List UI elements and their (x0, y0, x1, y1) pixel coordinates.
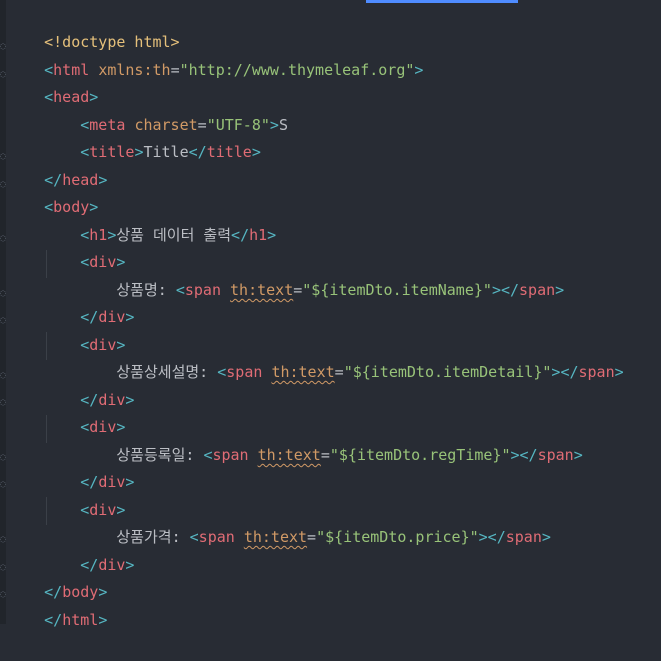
fold-icon[interactable]: ◌ (0, 534, 6, 546)
tag-name: span (212, 446, 249, 464)
tag-bracket: </ (500, 281, 520, 299)
tag-bracket: > (125, 308, 135, 326)
code-line-div-close[interactable]: </div> (8, 442, 134, 491)
tag-bracket: </ (188, 143, 207, 161)
fold-icon[interactable]: ◌ (0, 179, 6, 191)
active-tab-indicator (366, 0, 518, 3)
tag-bracket: < (217, 363, 227, 381)
tag-bracket: > (267, 226, 277, 244)
tag-bracket: > (541, 528, 551, 546)
fold-icon[interactable]: ◌ (0, 370, 6, 382)
code-editor[interactable]: ◌ ◌ ◌ ◌ ◌ ◌ ◌ ◌ ◌ ◌ ◌ ◌ ◌ ◌ <!doctype ht… (0, 0, 661, 629)
code-line-h1[interactable]: <h1>상품 데이터 출력</h1> (8, 195, 276, 244)
tag-bracket: > (251, 143, 261, 161)
attribute-value: "${itemDto.itemDetail}" (343, 363, 552, 381)
fold-icon[interactable]: ◌ (0, 41, 6, 53)
tag-bracket: > (269, 116, 279, 134)
code-line-div-open[interactable]: <div> (8, 470, 125, 519)
attribute-name: th:text (230, 281, 294, 299)
attribute-value: "${itemDto.regTime}" (329, 446, 511, 464)
code-line-item-detail[interactable]: 상품상세설명: <span th:text="${itemDto.itemDet… (8, 332, 623, 381)
code-line-div-close[interactable]: </div> (8, 360, 134, 409)
code-line-div-open[interactable]: <div> (8, 222, 125, 271)
editor-gutter (0, 0, 6, 624)
tag-bracket: < (175, 281, 185, 299)
tag-bracket: > (414, 61, 424, 79)
tag-name: span (537, 446, 574, 464)
tag-name: span (184, 281, 221, 299)
tag-bracket: > (491, 281, 501, 299)
equals-sign: = (293, 281, 303, 299)
tag-name: title (206, 143, 252, 161)
tag-bracket: </ (560, 363, 579, 381)
equals-sign: = (320, 446, 330, 464)
tag-name: span (519, 281, 556, 299)
tag-bracket: > (125, 473, 135, 491)
tag-bracket: </ (231, 226, 250, 244)
tag-bracket: > (98, 171, 108, 189)
tag-bracket: > (510, 446, 520, 464)
tag-bracket: </ (44, 611, 63, 629)
tag-bracket: > (555, 281, 565, 299)
attribute-value: "${itemDto.price}" (316, 528, 479, 546)
attribute-value: "${itemDto.itemName}" (302, 281, 492, 299)
fold-icon[interactable]: ◌ (0, 69, 6, 81)
tag-bracket: > (614, 363, 624, 381)
equals-sign: = (334, 363, 344, 381)
code-line-price[interactable]: 상품가격: <span th:text="${itemDto.price}"><… (8, 497, 551, 546)
attribute-name: xmlns:th (98, 61, 171, 79)
tag-name: html (62, 611, 99, 629)
text-content: S (278, 116, 288, 134)
fold-icon[interactable]: ◌ (0, 315, 6, 327)
code-line-div-close[interactable]: </div> (8, 277, 134, 326)
tag-bracket: </ (487, 528, 506, 546)
fold-icon[interactable]: ◌ (0, 288, 6, 300)
code-line-body-close[interactable]: </body> (8, 552, 107, 601)
code-line-html-close[interactable]: </html> (8, 580, 107, 629)
tag-bracket: > (98, 611, 108, 629)
fold-icon[interactable]: ◌ (0, 479, 6, 491)
tag-bracket: > (125, 556, 135, 574)
tag-bracket: > (125, 391, 135, 409)
fold-icon[interactable]: ◌ (0, 233, 6, 245)
tag-bracket: </ (519, 446, 538, 464)
text-content: 상품 데이터 출력 (116, 226, 232, 244)
code-line-title[interactable]: <title>Title</title> (8, 112, 261, 161)
attribute-name: th:text (257, 446, 321, 464)
attribute-name: th:text (243, 528, 308, 546)
code-line-div-open[interactable]: <div> (8, 387, 125, 436)
tag-name: span (505, 528, 542, 546)
tag-bracket: > (478, 528, 488, 546)
tag-name: span (226, 363, 263, 381)
fold-icon[interactable]: ◌ (0, 151, 6, 163)
code-line-body-open[interactable]: <body> (8, 167, 98, 216)
code-line-div-close[interactable]: </div> (8, 525, 134, 574)
code-line-div-open[interactable]: <div> (8, 305, 125, 354)
equals-sign: = (170, 61, 180, 79)
tag-name: span (578, 363, 615, 381)
code-line-doctype[interactable]: <!doctype html> (8, 2, 179, 51)
tag-name: h1 (249, 226, 268, 244)
fold-icon[interactable]: ◌ (0, 452, 6, 464)
text-content: Title (143, 143, 189, 161)
tag-bracket: > (573, 446, 583, 464)
attribute-name: th:text (271, 363, 335, 381)
code-line-reg-time[interactable]: 상품등록일: <span th:text="${itemDto.regTime}… (8, 415, 582, 464)
tag-bracket: < (189, 528, 199, 546)
code-line-meta[interactable]: <meta charset="UTF-8">S (8, 85, 288, 134)
code-line-html-open[interactable]: <html xmlns:th="http://www.thymeleaf.org… (8, 30, 423, 79)
code-line-head-open[interactable]: <head> (8, 57, 98, 106)
fold-icon[interactable]: ◌ (0, 562, 6, 574)
fold-icon[interactable]: ◌ (0, 397, 6, 409)
equals-sign: = (307, 528, 317, 546)
code-line-item-name[interactable]: 상품명: <span th:text="${itemDto.itemName}"… (8, 250, 564, 299)
attribute-value: "http://www.thymeleaf.org" (179, 61, 415, 79)
fold-icon[interactable]: ◌ (0, 589, 6, 601)
tag-name: span (198, 528, 235, 546)
code-line-head-close[interactable]: </head> (8, 140, 107, 189)
